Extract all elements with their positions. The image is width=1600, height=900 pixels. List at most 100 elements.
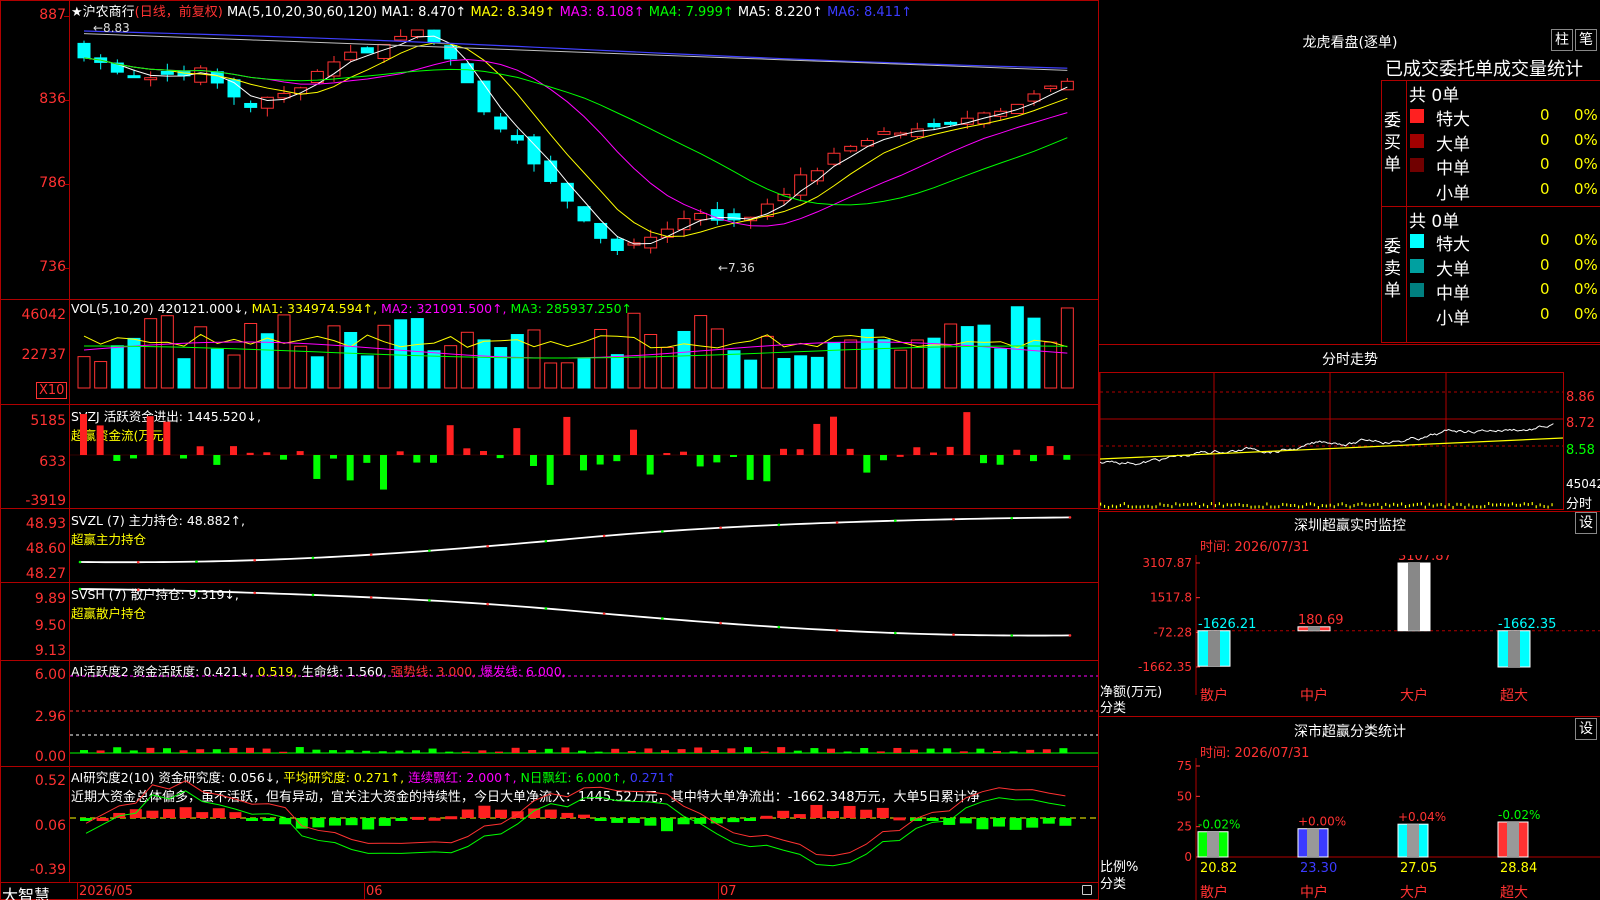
tick-view-button[interactable]: 笔 — [1575, 29, 1597, 51]
buy-side-label: 委买单 — [1384, 111, 1401, 175]
intraday-vol-bar — [1175, 502, 1177, 506]
candle-up — [844, 145, 858, 152]
classify-change-label: -0.02% — [1498, 808, 1540, 822]
candle-down — [127, 75, 141, 79]
buy-order-pct: 0% — [1574, 155, 1598, 173]
activity-bar — [378, 751, 387, 753]
flow-bar-out — [1030, 455, 1037, 462]
bar-view-button[interactable]: 柱 — [1551, 29, 1573, 51]
activity-bar — [544, 748, 553, 753]
research-bar-up — [843, 805, 856, 818]
research-bar-down — [611, 818, 624, 823]
svzj-chart[interactable] — [70, 405, 1098, 508]
sell-order-name: 中单 — [1436, 284, 1470, 304]
monitor-category-label: 超大 — [1500, 688, 1528, 704]
flow-bar-out — [596, 455, 604, 465]
research-bar-down — [329, 818, 341, 826]
svsh-axis-bot: 9.13 — [34, 643, 66, 659]
research-bar-up — [495, 809, 507, 818]
intraday-vol-bar — [1254, 505, 1256, 509]
point-mark — [1010, 516, 1014, 520]
intraday-vol-bar — [1139, 505, 1141, 509]
candle-down — [927, 122, 941, 128]
activity-bar — [744, 747, 752, 753]
activity-bar — [777, 747, 786, 753]
research-bar-down — [279, 818, 292, 825]
flow-bar-in — [446, 425, 454, 455]
lock-icon[interactable] — [1082, 885, 1092, 895]
monitor-bar-chart[interactable]: 3107.87 1517.8 -72.28 -1662.35 -1626.21 散户 180… — [1100, 555, 1600, 715]
flow-bar-out — [413, 455, 421, 463]
point-mark — [893, 631, 897, 635]
intraday-vol-bar — [1131, 505, 1133, 509]
brand-label[interactable]: 大智慧 — [2, 882, 50, 900]
intraday-chart[interactable] — [1100, 373, 1563, 509]
intraday-vol-bar — [1100, 502, 1102, 506]
volume-bar-down — [827, 341, 841, 389]
classify-settings-button[interactable]: 设 — [1575, 718, 1597, 740]
candle-up — [827, 152, 841, 165]
buy-order-color-swatch — [1410, 158, 1424, 172]
volume-bar-up — [894, 349, 908, 389]
candlestick-chart[interactable] — [70, 0, 1098, 299]
intraday-vol-bar — [1420, 502, 1422, 506]
intraday-vol-bar — [1523, 502, 1525, 506]
activity-bar — [345, 750, 354, 753]
flow-bar-out — [880, 455, 887, 461]
intraday-vol-bar — [1543, 504, 1545, 508]
flow-bar-out — [430, 455, 437, 463]
volume-bar-up — [444, 345, 458, 389]
svzj-axis-bot: -3919 — [25, 493, 66, 509]
monitor-tick-label: 3107.87 — [1142, 556, 1192, 570]
intraday-vol-bar — [1155, 505, 1157, 509]
classify-category-label: 大户 — [1400, 884, 1428, 900]
activity-bar — [959, 751, 968, 753]
research-bar-up — [428, 817, 441, 821]
classify-bar-shine — [1207, 831, 1219, 857]
monitor-time: 时间: 2026/07/31 — [1200, 540, 1310, 555]
intraday-vol-bar — [1147, 504, 1149, 508]
intraday-vol-bar — [1393, 502, 1395, 506]
point-mark — [486, 602, 489, 606]
svsh-chart[interactable] — [70, 583, 1098, 660]
volume-bar-up — [694, 315, 708, 389]
pane-separator — [0, 882, 1099, 883]
intraday-vol-unit: 分时 — [1566, 497, 1593, 512]
flow-bar-out — [696, 455, 704, 467]
svzl-line — [79, 516, 1071, 564]
intraday-vol-bar — [1515, 503, 1517, 507]
classify-bar-chart[interactable]: 75 50 25 0 -0.02% 20.82 散户 +0.00% 23.30 中户 +0.04% 2… — [1100, 758, 1600, 900]
ma5-line — [83, 33, 1068, 71]
point-mark — [719, 621, 722, 625]
svzl-chart[interactable] — [70, 509, 1098, 582]
research-bar-down — [627, 818, 640, 824]
buy-order-name: 中单 — [1436, 159, 1470, 179]
candle-up — [810, 170, 824, 182]
intraday-vol-bar — [1381, 505, 1383, 509]
volume-chart[interactable] — [70, 300, 1098, 404]
ma6-line — [83, 30, 1068, 69]
volume-bar-up — [1060, 307, 1074, 389]
volume-bar-down — [994, 348, 1008, 389]
classify-bar-shine — [1407, 824, 1419, 857]
classify-bar-shine — [1507, 822, 1519, 857]
activity-bar — [810, 748, 819, 753]
research-bar-down — [312, 818, 325, 828]
ai1-chart[interactable] — [70, 661, 1098, 766]
sell-order-row: 小单 0 0% — [1410, 303, 1600, 329]
buy-order-color-swatch — [1410, 109, 1424, 123]
research-bar-up — [461, 809, 474, 818]
svsh-axis-top: 9.89 — [34, 591, 66, 607]
activity-bar — [594, 751, 603, 753]
buy-total: 共 0单 — [1409, 86, 1460, 106]
candle-down — [160, 70, 174, 75]
activity-bar — [96, 750, 105, 753]
monitor-settings-button[interactable]: 设 — [1575, 512, 1597, 534]
candle-down — [510, 135, 524, 141]
ai2-chart[interactable] — [70, 767, 1098, 882]
activity-bar — [843, 751, 852, 753]
intraday-vol-bar — [1404, 505, 1407, 509]
volume-bar-down — [977, 324, 991, 389]
activity-bar — [876, 751, 885, 753]
intraday-vol-bar — [1488, 502, 1490, 506]
